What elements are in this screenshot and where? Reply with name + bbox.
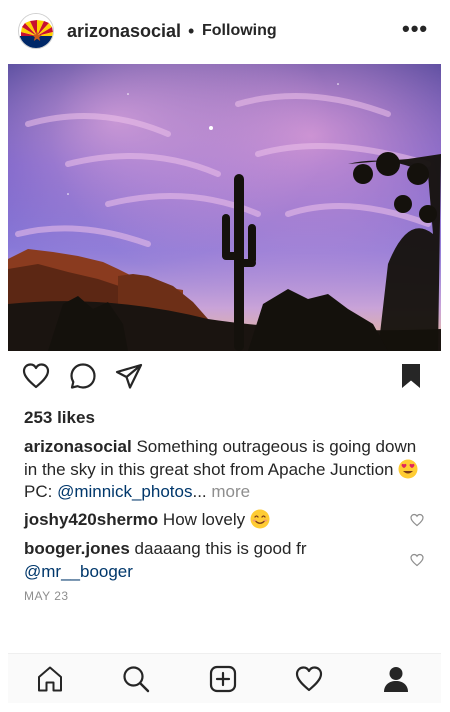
search-icon[interactable]: [121, 664, 151, 694]
bookmark-filled-icon[interactable]: [396, 361, 428, 393]
heart-outline-icon[interactable]: [21, 361, 53, 393]
post-photo[interactable]: [8, 64, 441, 351]
caption-username[interactable]: arizonasocial: [24, 437, 132, 456]
new-post-plus-square-icon[interactable]: [208, 664, 238, 694]
post-action-bar: [0, 361, 450, 399]
caption-photo-credit-label: PC:: [24, 482, 53, 501]
caption-mention-link[interactable]: @minnick_photos: [57, 482, 192, 501]
post-date: MAY 23: [24, 589, 69, 603]
speech-bubble-icon[interactable]: [68, 361, 100, 393]
heart-eyes-emoji-icon: [398, 459, 418, 479]
arizona-flag-icon: [19, 14, 53, 48]
home-icon[interactable]: [35, 664, 65, 694]
paper-plane-icon[interactable]: [114, 361, 146, 393]
comment-username[interactable]: joshy420shermo: [24, 510, 158, 529]
comment-username[interactable]: booger.jones: [24, 539, 130, 558]
comment-text: daaaang this is good fr: [134, 539, 307, 558]
comment-text: How lovely: [162, 510, 246, 529]
comment-item: booger.jones daaaang this is good fr @mr…: [24, 538, 384, 583]
profile-person-icon[interactable]: [381, 664, 411, 694]
more-options-icon[interactable]: •••: [402, 16, 428, 42]
smiling-face-emoji-icon: [250, 509, 270, 529]
comment-like-heart-icon[interactable]: [410, 513, 424, 527]
caption-ellipsis: ...: [192, 482, 207, 501]
comment-like-heart-icon[interactable]: [410, 553, 424, 567]
desert-night-sky-image: [8, 64, 441, 351]
bottom-tab-bar: [8, 653, 441, 703]
post-header: arizonasocial • Following •••: [0, 0, 450, 64]
following-button[interactable]: Following: [202, 22, 277, 40]
post-caption: arizonasocial Something outrageous is go…: [24, 436, 424, 504]
like-count[interactable]: 253 likes: [24, 408, 95, 428]
comment-item: joshy420shermo How lovely: [24, 509, 384, 532]
activity-heart-icon[interactable]: [294, 664, 324, 694]
separator-dot: •: [188, 21, 195, 41]
profile-avatar[interactable]: [18, 13, 54, 49]
comment-mention-link[interactable]: @mr__booger: [24, 562, 133, 581]
post-author-username[interactable]: arizonasocial: [67, 21, 181, 42]
caption-more-link[interactable]: more: [211, 482, 250, 501]
